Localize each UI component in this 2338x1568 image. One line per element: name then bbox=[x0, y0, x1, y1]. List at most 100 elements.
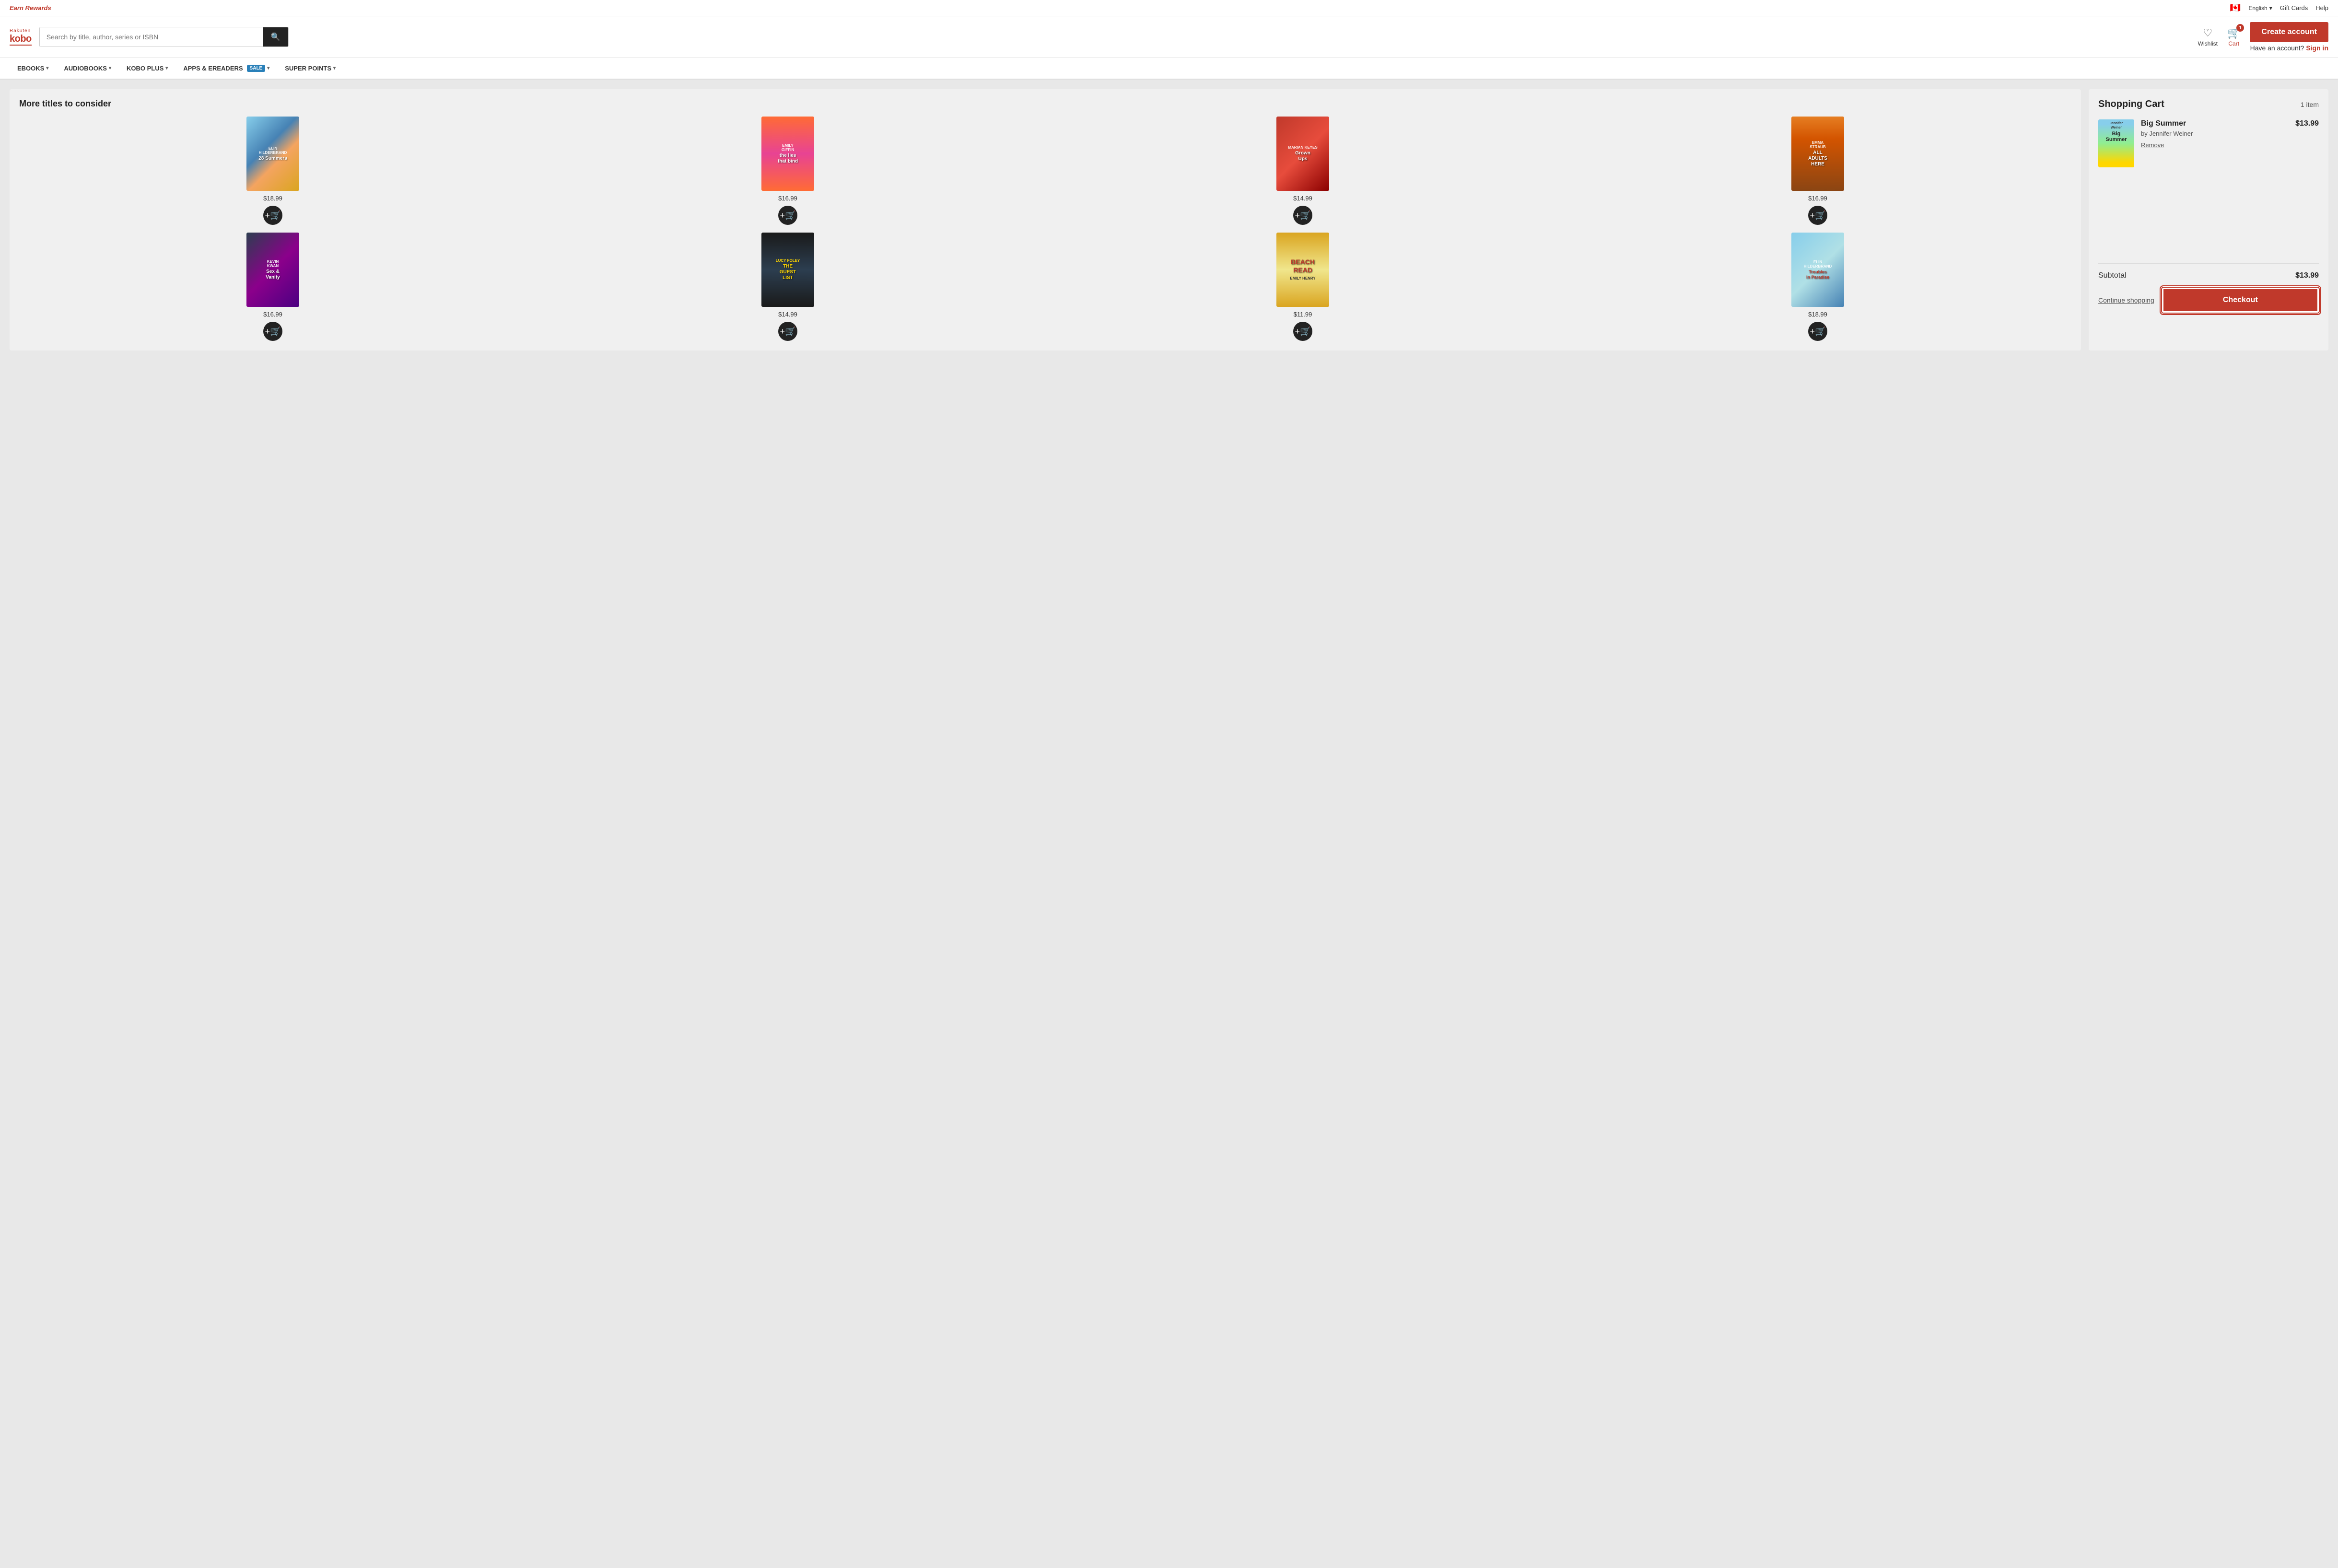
book-title-8: Troublesin Paradise bbox=[1806, 269, 1829, 280]
cart-actions: Continue shopping Checkout bbox=[2098, 288, 2319, 313]
book-cover-2[interactable]: EMILYGIFFIN the liesthat bind bbox=[761, 117, 814, 191]
list-item: KEVINKWAN Sex &Vanity $16.99 +🛒 bbox=[19, 233, 526, 341]
book-title-7: BEACHREAD bbox=[1291, 258, 1315, 274]
search-bar: 🔍 bbox=[39, 27, 289, 47]
book-cover-1[interactable]: ElinHilderbrand 28 Summers bbox=[246, 117, 299, 191]
add-to-cart-button-5[interactable]: +🛒 bbox=[263, 322, 282, 341]
add-to-cart-button-3[interactable]: +🛒 bbox=[1293, 206, 1312, 225]
sign-in-link[interactable]: Sign in bbox=[2306, 44, 2328, 52]
book-title-3: GrownUps bbox=[1295, 151, 1310, 162]
ebooks-label: eBOOKS bbox=[17, 65, 44, 72]
cart-item-count: 1 item bbox=[2301, 101, 2319, 108]
cart-item-title: Big Summer bbox=[2141, 119, 2289, 128]
left-panel: More titles to consider ElinHilderbrand … bbox=[10, 89, 2081, 351]
audiobooks-chevron: ▾ bbox=[109, 66, 111, 71]
cart-badge: 1 bbox=[2236, 24, 2244, 32]
superpoints-label: SUPER POINTS bbox=[285, 65, 331, 72]
help-link[interactable]: Help bbox=[2315, 4, 2328, 12]
book-cover-7[interactable]: BEACHREAD EMILY HENRY bbox=[1276, 233, 1329, 307]
plus-cart-icon-2: +🛒 bbox=[780, 211, 796, 221]
book-cover-4[interactable]: EMMASTRAUB ALLADULTSHERE bbox=[1791, 117, 1844, 191]
nav-item-superpoints[interactable]: SUPER POINTS ▾ bbox=[277, 58, 343, 79]
add-to-cart-button-4[interactable]: +🛒 bbox=[1808, 206, 1827, 225]
plus-cart-icon-5: +🛒 bbox=[265, 327, 281, 337]
add-to-cart-button-2[interactable]: +🛒 bbox=[778, 206, 797, 225]
cart-button[interactable]: 🛒 1 Cart bbox=[2227, 27, 2240, 47]
cart-subtotal: Subtotal $13.99 bbox=[2098, 271, 2319, 280]
logo-underline bbox=[10, 45, 32, 46]
language-label: English bbox=[2248, 5, 2267, 12]
list-item: ElinHilderbrand 28 Summers $18.99 +🛒 bbox=[19, 117, 526, 225]
continue-shopping-link[interactable]: Continue shopping bbox=[2098, 296, 2154, 304]
ebooks-chevron: ▾ bbox=[46, 66, 48, 71]
create-account-button[interactable]: Create account bbox=[2250, 22, 2328, 42]
nav-item-audiobooks[interactable]: AUDIOBOOKS ▾ bbox=[56, 58, 119, 79]
cart-item-details: Big Summer by Jennifer Weiner Remove bbox=[2141, 119, 2289, 149]
cart-title: Shopping Cart bbox=[2098, 99, 2164, 110]
nav-item-koboplus[interactable]: KOBO PLUS ▾ bbox=[119, 58, 175, 79]
nav-item-apps[interactable]: APPS & eREADERS SALE ▾ bbox=[175, 58, 277, 79]
book-price-6: $14.99 bbox=[778, 311, 797, 318]
book-author-4: EMMASTRAUB bbox=[1810, 140, 1825, 149]
book-cover-8[interactable]: ElinHilderbrand Troublesin Paradise bbox=[1791, 233, 1844, 307]
cart-book-cover[interactable]: JenniferWeiner BigSummer bbox=[2098, 119, 2134, 167]
book-title-1: 28 Summers bbox=[258, 156, 287, 162]
book-price-7: $11.99 bbox=[1294, 311, 1312, 318]
plus-cart-icon-6: +🛒 bbox=[780, 327, 796, 337]
heart-icon: ♡ bbox=[2203, 27, 2212, 39]
book-author-8: ElinHilderbrand bbox=[1804, 260, 1832, 269]
book-cover-3[interactable]: marian keyes GrownUps bbox=[1276, 117, 1329, 191]
subtotal-amount: $13.99 bbox=[2295, 271, 2319, 280]
cart-cover-author: JenniferWeiner bbox=[2100, 121, 2132, 130]
canada-flag-icon: 🇨🇦 bbox=[2230, 3, 2241, 13]
plus-cart-icon-7: +🛒 bbox=[1295, 327, 1311, 337]
superpoints-chevron: ▾ bbox=[333, 66, 336, 71]
book-author-2: EMILYGIFFIN bbox=[782, 143, 794, 152]
add-to-cart-button-6[interactable]: +🛒 bbox=[778, 322, 797, 341]
cart-item: JenniferWeiner BigSummer Big Summer by J… bbox=[2098, 119, 2319, 167]
search-icon: 🔍 bbox=[271, 33, 281, 41]
book-cover-5[interactable]: KEVINKWAN Sex &Vanity bbox=[246, 233, 299, 307]
header: Rakuten kobo 🔍 ♡ Wishlist 🛒 1 Cart Creat… bbox=[0, 16, 2338, 58]
cart-header: Shopping Cart 1 item bbox=[2098, 99, 2319, 110]
book-author-3: marian keyes bbox=[1288, 145, 1317, 150]
account-area: Create account Have an account? Sign in bbox=[2250, 22, 2328, 52]
book-cover-6[interactable]: LUCY FOLEY THEGUESTLIST bbox=[761, 233, 814, 307]
list-item: LUCY FOLEY THEGUESTLIST $14.99 +🛒 bbox=[534, 233, 1041, 341]
earn-rewards: Earn Rewards bbox=[10, 4, 51, 12]
audiobooks-label: AUDIOBOOKS bbox=[64, 65, 107, 72]
search-button[interactable]: 🔍 bbox=[263, 27, 288, 47]
main-content: More titles to consider ElinHilderbrand … bbox=[0, 80, 2338, 360]
nav-item-ebooks[interactable]: eBOOKS ▾ bbox=[10, 58, 56, 79]
book-title-6: THEGUESTLIST bbox=[780, 264, 796, 281]
remove-item-link[interactable]: Remove bbox=[2141, 141, 2164, 149]
book-price-3: $14.99 bbox=[1293, 195, 1312, 202]
search-input[interactable] bbox=[40, 27, 263, 47]
book-price-2: $16.99 bbox=[778, 195, 797, 202]
checkout-button[interactable]: Checkout bbox=[2162, 288, 2319, 313]
book-price-1: $18.99 bbox=[263, 195, 282, 202]
wishlist-label: Wishlist bbox=[2198, 40, 2218, 47]
wishlist-button[interactable]: ♡ Wishlist bbox=[2198, 27, 2218, 47]
book-author-1: ElinHilderbrand bbox=[259, 146, 287, 155]
logo[interactable]: Rakuten kobo bbox=[10, 28, 32, 46]
nav-bar: eBOOKS ▾ AUDIOBOOKS ▾ KOBO PLUS ▾ APPS &… bbox=[0, 58, 2338, 80]
cart-divider bbox=[2098, 263, 2319, 264]
book-author-7: EMILY HENRY bbox=[1290, 276, 1316, 281]
list-item: ElinHilderbrand Troublesin Paradise $18.… bbox=[1564, 233, 2071, 341]
section-title: More titles to consider bbox=[19, 99, 2071, 109]
list-item: EMMASTRAUB ALLADULTSHERE $16.99 +🛒 bbox=[1564, 117, 2071, 225]
plus-cart-icon-1: +🛒 bbox=[265, 211, 281, 221]
book-price-4: $16.99 bbox=[1808, 195, 1827, 202]
list-item: BEACHREAD EMILY HENRY $11.99 +🛒 bbox=[1049, 233, 1556, 341]
add-to-cart-button-7[interactable]: +🛒 bbox=[1293, 322, 1312, 341]
language-selector[interactable]: English ▾ bbox=[2248, 5, 2272, 12]
have-account-text: Have an account? bbox=[2250, 44, 2304, 52]
cart-item-price: $13.99 bbox=[2295, 119, 2319, 128]
logo-rakuten: Rakuten bbox=[10, 28, 32, 34]
cart-icon-wrap: 🛒 1 bbox=[2227, 27, 2240, 39]
add-to-cart-button-8[interactable]: +🛒 bbox=[1808, 322, 1827, 341]
gift-cards-link[interactable]: Gift Cards bbox=[2280, 4, 2308, 12]
cart-cover-title: BigSummer bbox=[2100, 131, 2132, 142]
add-to-cart-button-1[interactable]: +🛒 bbox=[263, 206, 282, 225]
